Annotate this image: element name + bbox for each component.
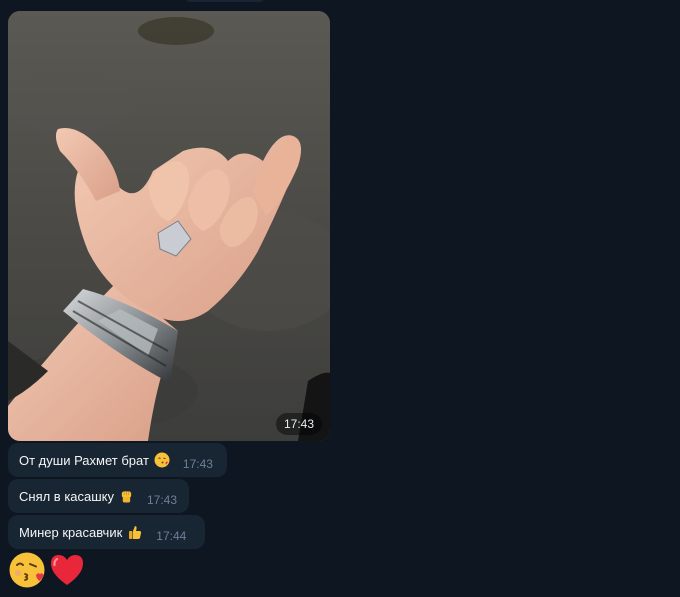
face-blowing-kiss-icon[interactable] xyxy=(8,551,46,589)
red-heart-icon[interactable] xyxy=(48,551,86,589)
previous-message-edge xyxy=(186,0,264,2)
message-time: 17:43 xyxy=(182,457,213,471)
message-text: Минер красавчик xyxy=(19,524,123,540)
raised-fist-icon xyxy=(121,491,132,503)
message-bubble[interactable]: Снял в касашку 17:43 xyxy=(8,479,189,513)
thumbs-up-icon xyxy=(129,526,142,539)
photo-timestamp: 17:43 xyxy=(275,413,322,435)
message-text: Снял в касашку xyxy=(19,488,115,504)
message-bubble[interactable]: От души Рахмет брат 17:43 xyxy=(8,443,227,477)
chat-history: 17:43 От души Рахмет брат 17:43 Снял в к… xyxy=(0,0,680,597)
message-bubble[interactable]: Минер красавчик 17:44 xyxy=(8,515,205,549)
message-time: 17:44 xyxy=(156,529,187,543)
photo-message[interactable]: 17:43 xyxy=(8,11,330,441)
message-time: 17:43 xyxy=(146,493,177,507)
kissing-face-icon xyxy=(154,452,170,468)
photo-image xyxy=(8,11,330,441)
message-text: От души Рахмет брат xyxy=(19,452,149,468)
